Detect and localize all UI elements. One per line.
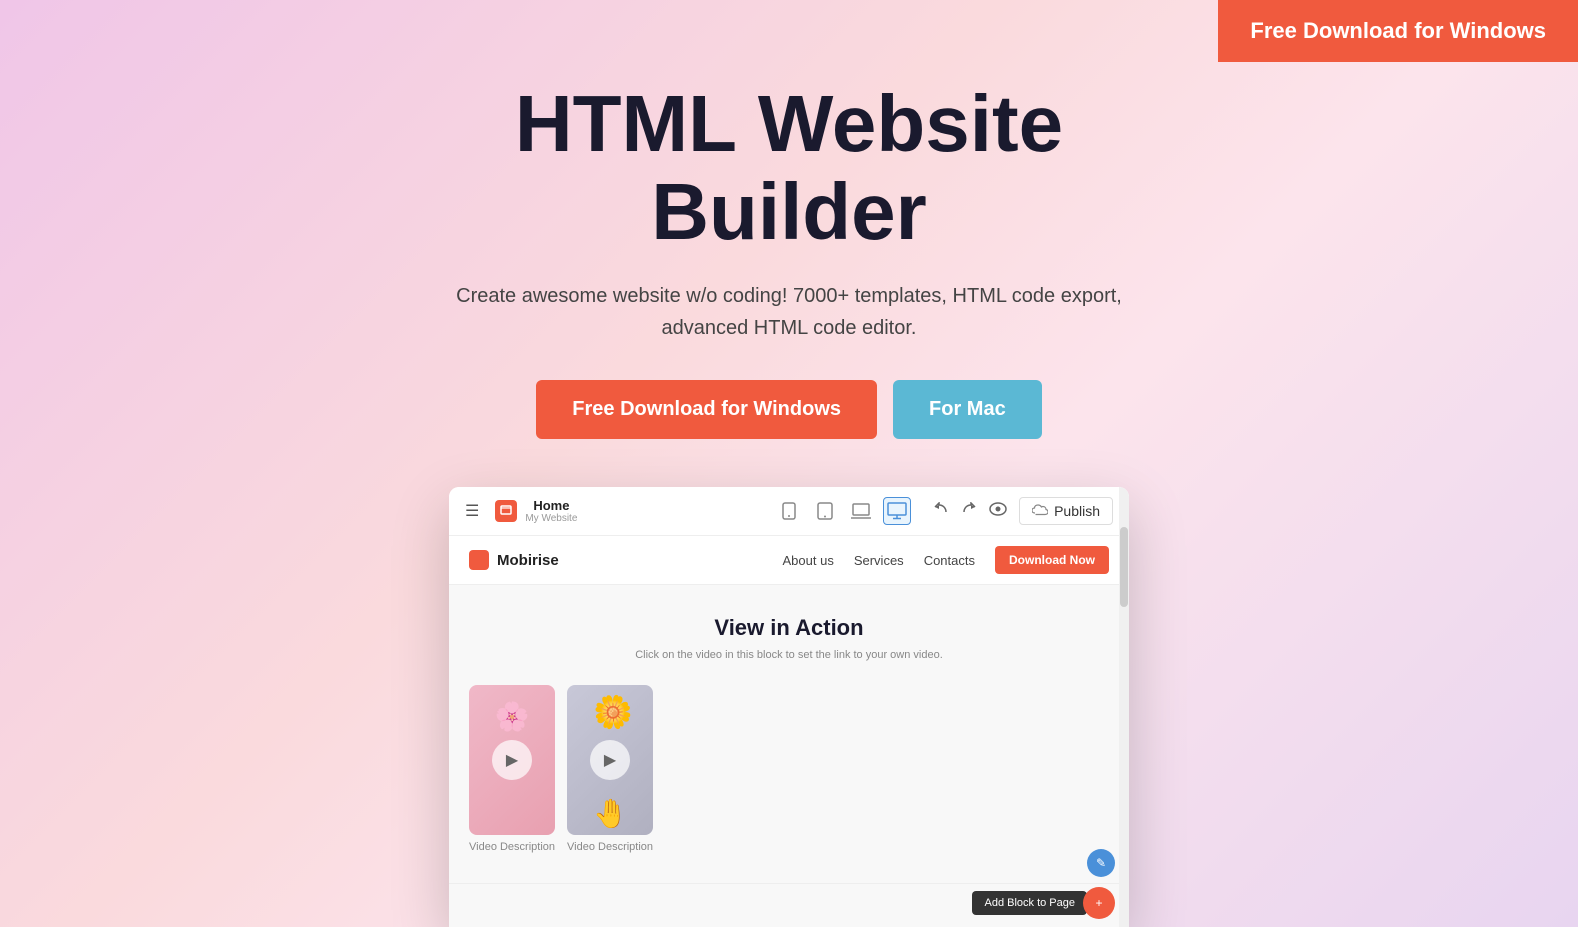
preview-icon[interactable] bbox=[989, 502, 1007, 521]
publish-button[interactable]: Publish bbox=[1019, 497, 1113, 525]
mockup-scrollbar[interactable] bbox=[1119, 487, 1129, 927]
publish-label: Publish bbox=[1054, 503, 1100, 519]
hero-subtitle: Create awesome website w/o coding! 7000+… bbox=[449, 280, 1129, 344]
video-desc-2: Video Description bbox=[567, 841, 653, 853]
video-desc-1: Video Description bbox=[469, 841, 555, 853]
publish-cloud-icon bbox=[1032, 503, 1048, 519]
mac-download-button[interactable]: For Mac bbox=[893, 380, 1042, 439]
video-card-1: 🌸 ▶ Video Description bbox=[469, 685, 555, 853]
add-circle-button[interactable]: + bbox=[1083, 887, 1115, 919]
hand-icon: 🤚 bbox=[593, 797, 628, 830]
top-cta-button[interactable]: Free Download for Windows bbox=[1218, 0, 1578, 62]
tablet-icon[interactable] bbox=[811, 497, 839, 525]
hero-title: HTML Website Builder bbox=[389, 80, 1189, 256]
toolbar-home-label: Home bbox=[525, 498, 577, 513]
app-mockup: ☰ Home My Website bbox=[449, 487, 1129, 927]
toolbar-home: Home My Website bbox=[495, 498, 765, 524]
menu-icon[interactable]: ☰ bbox=[465, 501, 479, 521]
app-logo-icon bbox=[469, 550, 489, 570]
cta-buttons: Free Download for Windows For Mac bbox=[536, 380, 1041, 439]
toolbar-home-sub: My Website bbox=[525, 513, 577, 524]
app-toolbar: ☰ Home My Website bbox=[449, 487, 1129, 536]
redo-icon[interactable] bbox=[961, 502, 977, 521]
undo-icon[interactable] bbox=[933, 502, 949, 521]
scrollbar-thumb bbox=[1120, 527, 1128, 607]
video-grid: 🌸 ▶ Video Description 🌼 🤚 ▶ Video Descri… bbox=[469, 685, 1109, 853]
desktop-icon[interactable] bbox=[883, 497, 911, 525]
video-card-2: 🌼 🤚 ▶ Video Description bbox=[567, 685, 653, 853]
app-nav-links: About us Services Contacts Download Now bbox=[783, 546, 1110, 574]
hero-section: HTML Website Builder Create awesome webs… bbox=[0, 0, 1578, 927]
play-button-1[interactable]: ▶ bbox=[492, 740, 532, 780]
play-button-2[interactable]: ▶ bbox=[590, 740, 630, 780]
app-navbar: Mobirise About us Services Contacts Down… bbox=[449, 536, 1129, 585]
app-content: View in Action Click on the video in thi… bbox=[449, 585, 1129, 883]
laptop-icon[interactable] bbox=[847, 497, 875, 525]
toolbar-home-text: Home My Website bbox=[525, 498, 577, 524]
home-page-icon bbox=[495, 500, 517, 522]
video-thumbnail-2[interactable]: 🌼 🤚 ▶ bbox=[567, 685, 653, 835]
content-subtitle: Click on the video in this block to set … bbox=[469, 649, 1109, 661]
toolbar-actions: Publish bbox=[933, 497, 1113, 525]
nav-about[interactable]: About us bbox=[783, 553, 834, 568]
edit-circle-button[interactable]: ✎ bbox=[1087, 849, 1115, 877]
app-logo: Mobirise bbox=[469, 550, 559, 570]
plant-decoration: 🌸 bbox=[495, 700, 530, 733]
add-block-button[interactable]: Add Block to Page bbox=[972, 891, 1087, 915]
windows-download-button[interactable]: Free Download for Windows bbox=[536, 380, 877, 439]
video-thumbnail-1[interactable]: 🌸 ▶ bbox=[469, 685, 555, 835]
content-title: View in Action bbox=[469, 615, 1109, 641]
nav-download-btn[interactable]: Download Now bbox=[995, 546, 1109, 574]
phone-icon[interactable] bbox=[775, 497, 803, 525]
device-icons bbox=[775, 497, 911, 525]
nav-services[interactable]: Services bbox=[854, 553, 904, 568]
nav-contacts[interactable]: Contacts bbox=[924, 553, 975, 568]
app-logo-text: Mobirise bbox=[497, 552, 559, 569]
flower-icon: 🌼 bbox=[593, 693, 633, 731]
